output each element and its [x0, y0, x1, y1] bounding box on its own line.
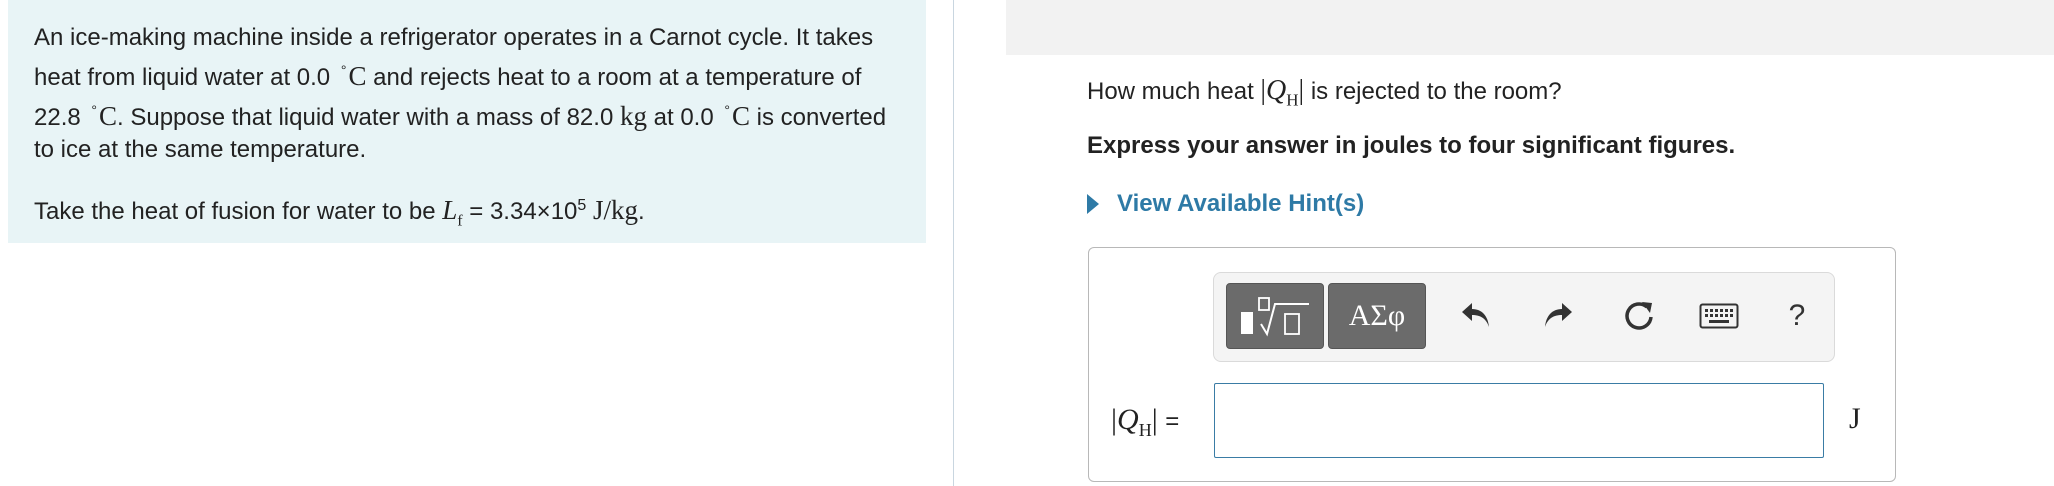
- redo-icon: [1545, 303, 1572, 327]
- heat-of-fusion-symbol: Lf: [442, 195, 463, 230]
- templates-button[interactable]: [1226, 283, 1324, 349]
- heat-of-fusion-value: = 3.34×10: [462, 198, 578, 225]
- problem-text: . Suppose that liquid water with a mass …: [117, 104, 614, 131]
- hint-label: View Available Hint(s): [1117, 190, 1365, 217]
- problem-paragraph-1: An ice-making machine inside a refrigera…: [34, 22, 900, 166]
- qh-symbol: |QH|: [1260, 75, 1305, 110]
- unit-celsius: C: [731, 101, 750, 131]
- undo-icon: [1462, 303, 1489, 327]
- reset-icon: [1625, 302, 1653, 330]
- view-hints-link[interactable]: View Available Hint(s): [1087, 190, 1364, 218]
- degree-sign: °: [724, 102, 730, 118]
- answer-label: |QH| =: [1111, 403, 1180, 440]
- redo-button[interactable]: [1534, 293, 1580, 339]
- reset-button[interactable]: [1616, 293, 1662, 339]
- answer-input[interactable]: [1214, 383, 1824, 458]
- unit-kg: kg: [619, 101, 647, 131]
- degree-sign: °: [340, 62, 347, 78]
- math-toolbar: ΑΣφ ?: [1213, 272, 1835, 362]
- unit-celsius: C: [348, 61, 367, 91]
- question-part: is rejected to the room?: [1310, 78, 1562, 105]
- help-icon: ?: [1788, 299, 1806, 332]
- templates-icon: [1241, 297, 1309, 337]
- problem-statement: An ice-making machine inside a refrigera…: [8, 0, 926, 243]
- problem-text: at 0.0: [653, 104, 714, 131]
- problem-text: Take the heat of fusion for water to be: [34, 198, 436, 225]
- right-header-strip: [1006, 0, 2054, 55]
- period: .: [637, 198, 645, 225]
- unit-j-per-kg: J/kg: [592, 195, 638, 225]
- exponent: 5: [577, 197, 587, 214]
- question-text: How much heat |QH| is rejected to the ro…: [1087, 74, 1562, 118]
- greek-symbols-button[interactable]: ΑΣφ: [1328, 283, 1426, 349]
- undo-button[interactable]: [1454, 293, 1500, 339]
- keyboard-icon: [1699, 303, 1739, 329]
- greek-symbols-icon: ΑΣφ: [1348, 299, 1406, 332]
- unit-celsius: C: [99, 101, 118, 131]
- degree-sign: °: [91, 102, 97, 118]
- question-part: How much heat: [1087, 78, 1254, 105]
- help-button[interactable]: ?: [1774, 293, 1820, 339]
- answer-box: ΑΣφ ? |QH| = J: [1088, 247, 1896, 482]
- answer-unit: J: [1849, 402, 1861, 435]
- keyboard-button[interactable]: [1696, 293, 1742, 339]
- answer-instruction: Express your answer in joules to four si…: [1087, 132, 1736, 159]
- problem-paragraph-2: Take the heat of fusion for water to be …: [34, 190, 900, 237]
- panel-divider: [953, 0, 954, 486]
- expand-triangle-icon: [1087, 194, 1099, 214]
